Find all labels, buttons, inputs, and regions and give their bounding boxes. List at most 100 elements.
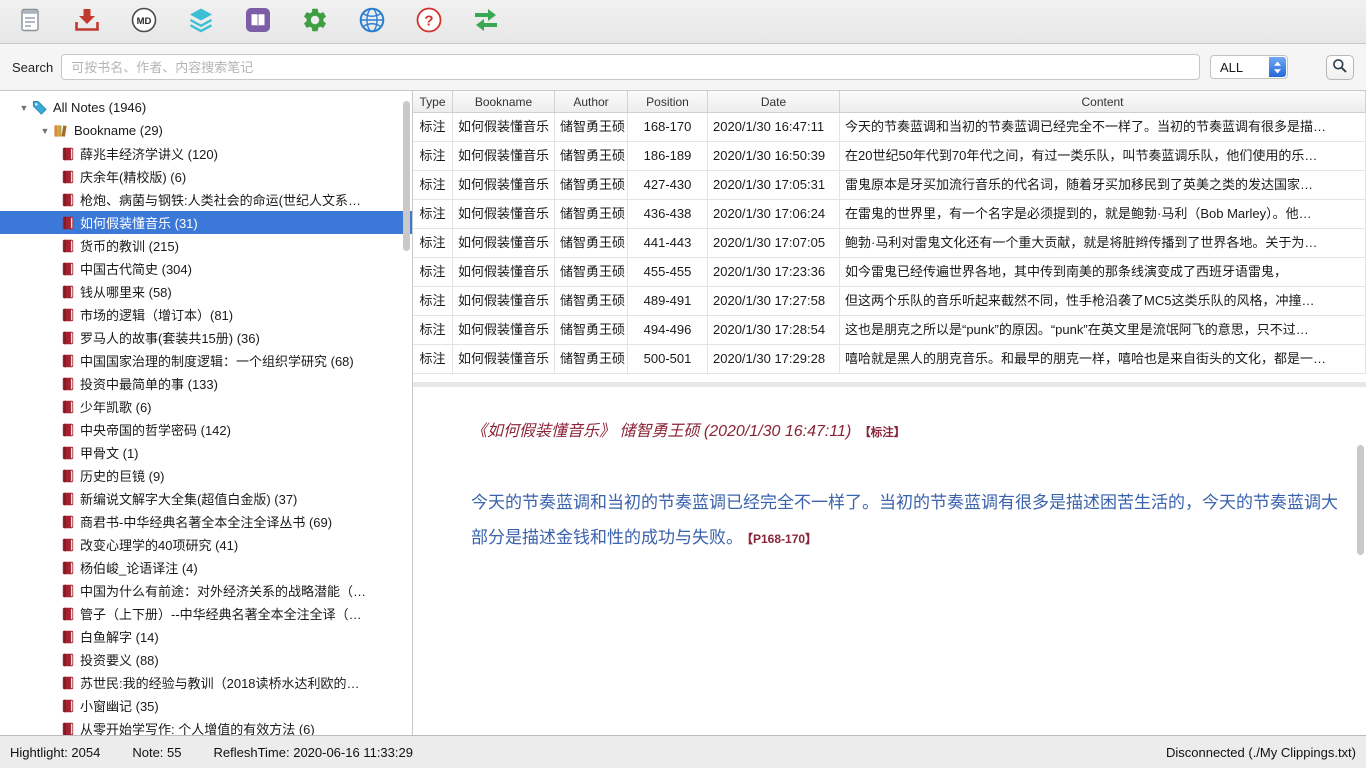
tree-item-book[interactable]: 市场的逻辑（增订本）(81) <box>0 303 412 326</box>
book-icon <box>62 170 74 184</box>
cell-position: 427-430 <box>628 171 708 200</box>
table-row[interactable]: 标注 如何假装懂音乐 储智勇王硕 489-491 2020/1/30 17:27… <box>413 287 1366 316</box>
markdown-button[interactable]: MD <box>128 6 160 38</box>
tree-item-book[interactable]: 从零开始学写作: 个人增值的有效方法 (6) <box>0 717 412 735</box>
table-row[interactable]: 标注 如何假装懂音乐 储智勇王硕 168-170 2020/1/30 16:47… <box>413 113 1366 142</box>
tree-item-book[interactable]: 投资要义 (88) <box>0 648 412 671</box>
tree-item-book[interactable]: 甲骨文 (1) <box>0 441 412 464</box>
book-icon <box>62 492 74 506</box>
tree-item-book[interactable]: 中国为什么有前途：对外经济关系的战略潜能（… <box>0 579 412 602</box>
table-row[interactable]: 标注 如何假装懂音乐 储智勇王硕 494-496 2020/1/30 17:28… <box>413 316 1366 345</box>
tree-item-label: 投资中最简单的事 (133) <box>80 374 218 393</box>
tree-item-book[interactable]: 历史的巨镜 (9) <box>0 464 412 487</box>
table-row[interactable]: 标注 如何假装懂音乐 储智勇王硕 186-189 2020/1/30 16:50… <box>413 142 1366 171</box>
filter-dropdown[interactable]: ALL <box>1210 55 1288 79</box>
tree-item-book[interactable]: 中国古代简史 (304) <box>0 257 412 280</box>
tree-item-book[interactable]: 白鱼解字 (14) <box>0 625 412 648</box>
cell-content: 在雷鬼的世界里，有一个名字是必须提到的，就是鲍勃·马利（Bob Marley）。… <box>840 200 1366 229</box>
cell-date: 2020/1/30 17:05:31 <box>708 171 840 200</box>
tree-item-book[interactable]: 罗马人的故事(套装共15册) (36) <box>0 326 412 349</box>
cell-type: 标注 <box>413 200 453 229</box>
sync-button[interactable] <box>470 6 502 38</box>
column-header[interactable]: Author <box>555 91 628 112</box>
column-header[interactable]: Bookname <box>453 91 555 112</box>
tree-item-book[interactable]: 中央帝国的哲学密码 (142) <box>0 418 412 441</box>
tree-item-label: 中国古代简史 (304) <box>80 259 192 278</box>
book-icon <box>62 515 74 529</box>
cell-author: 储智勇王硕 <box>555 287 628 316</box>
cell-content: 如今雷鬼已经传遍世界各地，其中传到南美的那条线演变成了西班牙语雷鬼， <box>840 258 1366 287</box>
settings-button[interactable] <box>299 6 331 38</box>
table-row[interactable]: 标注 如何假装懂音乐 储智勇王硕 441-443 2020/1/30 17:07… <box>413 229 1366 258</box>
cell-bookname: 如何假装懂音乐 <box>453 200 555 229</box>
cell-author: 储智勇王硕 <box>555 345 628 374</box>
cell-author: 储智勇王硕 <box>555 200 628 229</box>
layers-button[interactable] <box>185 6 217 38</box>
column-header[interactable]: Content <box>840 91 1366 112</box>
sidebar-scrollbar-thumb[interactable] <box>403 101 410 251</box>
tree-item-label: 杨伯峻_论语译注 (4) <box>80 558 198 577</box>
main-area: ▼ All Notes (1946) ▼ Bookname (29) 薛兆丰经济… <box>0 91 1366 735</box>
tree-item-book[interactable]: 枪炮、病菌与钢铁:人类社会的命运(世纪人文系… <box>0 188 412 211</box>
book-icon <box>62 469 74 483</box>
tree-item-label: 枪炮、病菌与钢铁:人类社会的命运(世纪人文系… <box>80 190 361 209</box>
tree-item-bookname-group[interactable]: ▼ Bookname (29) <box>0 119 412 142</box>
web-button[interactable] <box>356 6 388 38</box>
cell-content: 鲍勃·马利对雷鬼文化还有一个重大贡献，就是将脏辫传播到了世界各地。关于为… <box>840 229 1366 258</box>
column-header[interactable]: Position <box>628 91 708 112</box>
note-position-tag: 【P168-170】 <box>747 532 817 546</box>
import-button[interactable] <box>71 6 103 38</box>
disclosure-triangle-icon[interactable]: ▼ <box>16 103 32 113</box>
tree-item-book[interactable]: 苏世民:我的经验与教训（2018读桥水达利欧的… <box>0 671 412 694</box>
table-row[interactable]: 标注 如何假装懂音乐 储智勇王硕 436-438 2020/1/30 17:06… <box>413 200 1366 229</box>
disclosure-triangle-icon[interactable]: ▼ <box>37 126 53 136</box>
tree-item-book[interactable]: 薛兆丰经济学讲义 (120) <box>0 142 412 165</box>
tree-item-all-notes[interactable]: ▼ All Notes (1946) <box>0 96 412 119</box>
search-input[interactable] <box>61 54 1200 80</box>
tree-item-book[interactable]: 少年凯歌 (6) <box>0 395 412 418</box>
help-button[interactable]: ? <box>413 6 445 38</box>
notes-button[interactable] <box>14 6 46 38</box>
tree-item-book[interactable]: 小窗幽记 (35) <box>0 694 412 717</box>
tree-item-book[interactable]: 中国国家治理的制度逻辑：一个组织学研究 (68) <box>0 349 412 372</box>
book-icon <box>62 377 74 391</box>
epub-button[interactable] <box>242 6 274 38</box>
tree-item-label: 小窗幽记 (35) <box>80 696 159 715</box>
status-reflesh-time: RefleshTime: 2020-06-16 11:33:29 <box>214 745 413 760</box>
tree-item-label: 历史的巨镜 (9) <box>80 466 165 485</box>
detail-scrollbar-thumb[interactable] <box>1357 445 1364 555</box>
tree-item-label: 管子（上下册）--中华经典名著全本全注全译（… <box>80 604 362 623</box>
tree-item-book[interactable]: 管子（上下册）--中华经典名著全本全注全译（… <box>0 602 412 625</box>
tree-item-label: 从零开始学写作: 个人增值的有效方法 (6) <box>80 719 315 735</box>
tree-item-book[interactable]: 庆余年(精校版) (6) <box>0 165 412 188</box>
book-tree: ▼ All Notes (1946) ▼ Bookname (29) 薛兆丰经济… <box>0 91 413 735</box>
table-row[interactable]: 标注 如何假装懂音乐 储智勇王硕 455-455 2020/1/30 17:23… <box>413 258 1366 287</box>
cell-bookname: 如何假装懂音乐 <box>453 171 555 200</box>
tree-item-label: 庆余年(精校版) (6) <box>80 167 186 186</box>
column-header[interactable]: Date <box>708 91 840 112</box>
cell-date: 2020/1/30 17:06:24 <box>708 200 840 229</box>
note-title-text: 《如何假装懂音乐》 储智勇王硕 (2020/1/30 16:47:11) <box>471 423 851 440</box>
tree-item-book[interactable]: 钱从哪里来 (58) <box>0 280 412 303</box>
table-body: 标注 如何假装懂音乐 储智勇王硕 168-170 2020/1/30 16:47… <box>413 113 1366 374</box>
cell-bookname: 如何假装懂音乐 <box>453 229 555 258</box>
tree-item-book[interactable]: 改变心理学的40项研究 (41) <box>0 533 412 556</box>
tree-item-book[interactable]: 新编说文解字大全集(超值白金版) (37) <box>0 487 412 510</box>
cell-content: 雷鬼原本是牙买加流行音乐的代名词，随着牙买加移民到了英美之类的发达国家… <box>840 171 1366 200</box>
search-button[interactable] <box>1326 55 1354 80</box>
tree-item-book[interactable]: 投资中最简单的事 (133) <box>0 372 412 395</box>
tree-item-book[interactable]: 商君书-中华经典名著全本全注全译丛书 (69) <box>0 510 412 533</box>
cell-date: 2020/1/30 17:29:28 <box>708 345 840 374</box>
cell-type: 标注 <box>413 229 453 258</box>
import-icon <box>73 7 101 36</box>
cell-bookname: 如何假装懂音乐 <box>453 316 555 345</box>
cell-type: 标注 <box>413 113 453 142</box>
cell-content: 今天的节奏蓝调和当初的节奏蓝调已经完全不一样了。当初的节奏蓝调有很多是描… <box>840 113 1366 142</box>
table-row[interactable]: 标注 如何假装懂音乐 储智勇王硕 500-501 2020/1/30 17:29… <box>413 345 1366 374</box>
table-row[interactable]: 标注 如何假装懂音乐 储智勇王硕 427-430 2020/1/30 17:05… <box>413 171 1366 200</box>
book-icon <box>62 285 74 299</box>
column-header[interactable]: Type <box>413 91 453 112</box>
tree-item-book[interactable]: 如何假装懂音乐 (31) <box>0 211 412 234</box>
tree-item-book[interactable]: 货币的教训 (215) <box>0 234 412 257</box>
tree-item-book[interactable]: 杨伯峻_论语译注 (4) <box>0 556 412 579</box>
